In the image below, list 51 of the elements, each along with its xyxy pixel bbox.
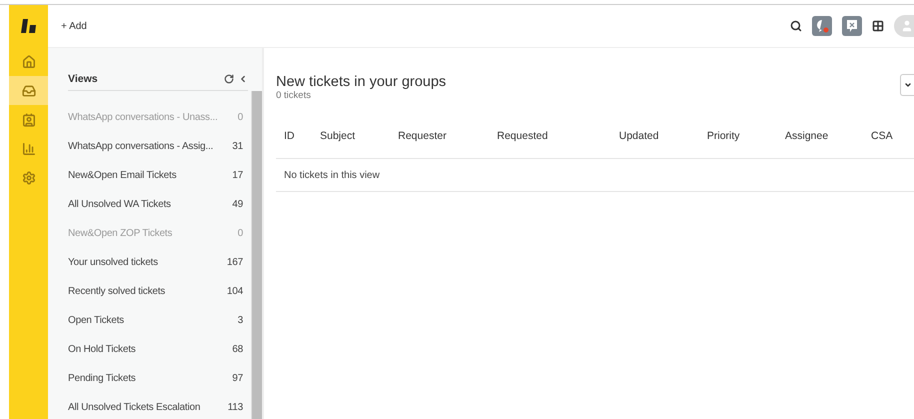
view-count: 0: [236, 228, 243, 239]
caret-icon: [904, 81, 912, 89]
view-count: 3: [236, 315, 243, 326]
column-header[interactable]: CSA: [871, 130, 911, 142]
empty-message: No tickets in this view: [276, 159, 914, 192]
view-link[interactable]: Recently solved tickets: [68, 286, 219, 297]
view-count: 17: [231, 170, 243, 181]
dropdown-button[interactable]: [900, 74, 914, 96]
view-link[interactable]: Your unsolved tickets: [68, 257, 219, 268]
view-count: 0: [236, 112, 243, 123]
bar-chart-icon: [22, 142, 36, 156]
refresh-icon[interactable]: [224, 74, 234, 84]
search-icon[interactable]: [790, 20, 802, 32]
logo-icon[interactable]: [20, 19, 36, 33]
view-count: 31: [231, 141, 243, 152]
view-link[interactable]: Pending Tickets: [68, 373, 219, 384]
add-button[interactable]: + Add: [61, 20, 87, 32]
scrollbar[interactable]: [251, 91, 262, 419]
contact-card-icon: [22, 112, 36, 126]
view-link[interactable]: WhatsApp conversations - Assig...: [68, 141, 219, 152]
view-link[interactable]: On Hold Tickets: [68, 344, 219, 355]
column-header[interactable]: Subject: [320, 130, 398, 142]
chat-bubble-icon: [815, 19, 829, 33]
view-count: 113: [226, 402, 243, 413]
chat-button[interactable]: [812, 16, 832, 36]
view-title: New tickets in your groups: [276, 74, 446, 90]
view-link[interactable]: Open Tickets: [68, 315, 219, 326]
view-link[interactable]: New&Open Email Tickets: [68, 170, 219, 181]
view-link[interactable]: All Unsolved WA Tickets: [68, 199, 219, 210]
view-count: 104: [226, 286, 243, 297]
view-link[interactable]: All Unsolved Tickets Escalation: [68, 402, 219, 413]
column-header[interactable]: Requester: [398, 130, 497, 142]
collapse-icon[interactable]: [238, 74, 248, 84]
column-header[interactable]: Updated: [619, 130, 707, 142]
home-icon: [22, 54, 36, 68]
settings-icon: [22, 170, 36, 184]
view-count: 68: [231, 344, 243, 355]
view-count: 49: [231, 199, 243, 210]
apps-grid-icon[interactable]: [872, 20, 884, 32]
message-button[interactable]: [842, 16, 862, 36]
ticket-count: 0 tickets: [276, 90, 312, 101]
view-count: 97: [231, 373, 243, 384]
column-header[interactable]: Requested: [497, 130, 619, 142]
views-title: Views: [68, 73, 98, 85]
message-icon: [846, 19, 858, 33]
column-header[interactable]: Assignee: [785, 130, 871, 142]
inbox-icon: [22, 84, 36, 98]
column-header[interactable]: Priority: [707, 130, 785, 142]
nav-item[interactable]: [9, 76, 48, 105]
column-header[interactable]: ID: [284, 130, 320, 142]
view-count: 167: [226, 257, 243, 268]
